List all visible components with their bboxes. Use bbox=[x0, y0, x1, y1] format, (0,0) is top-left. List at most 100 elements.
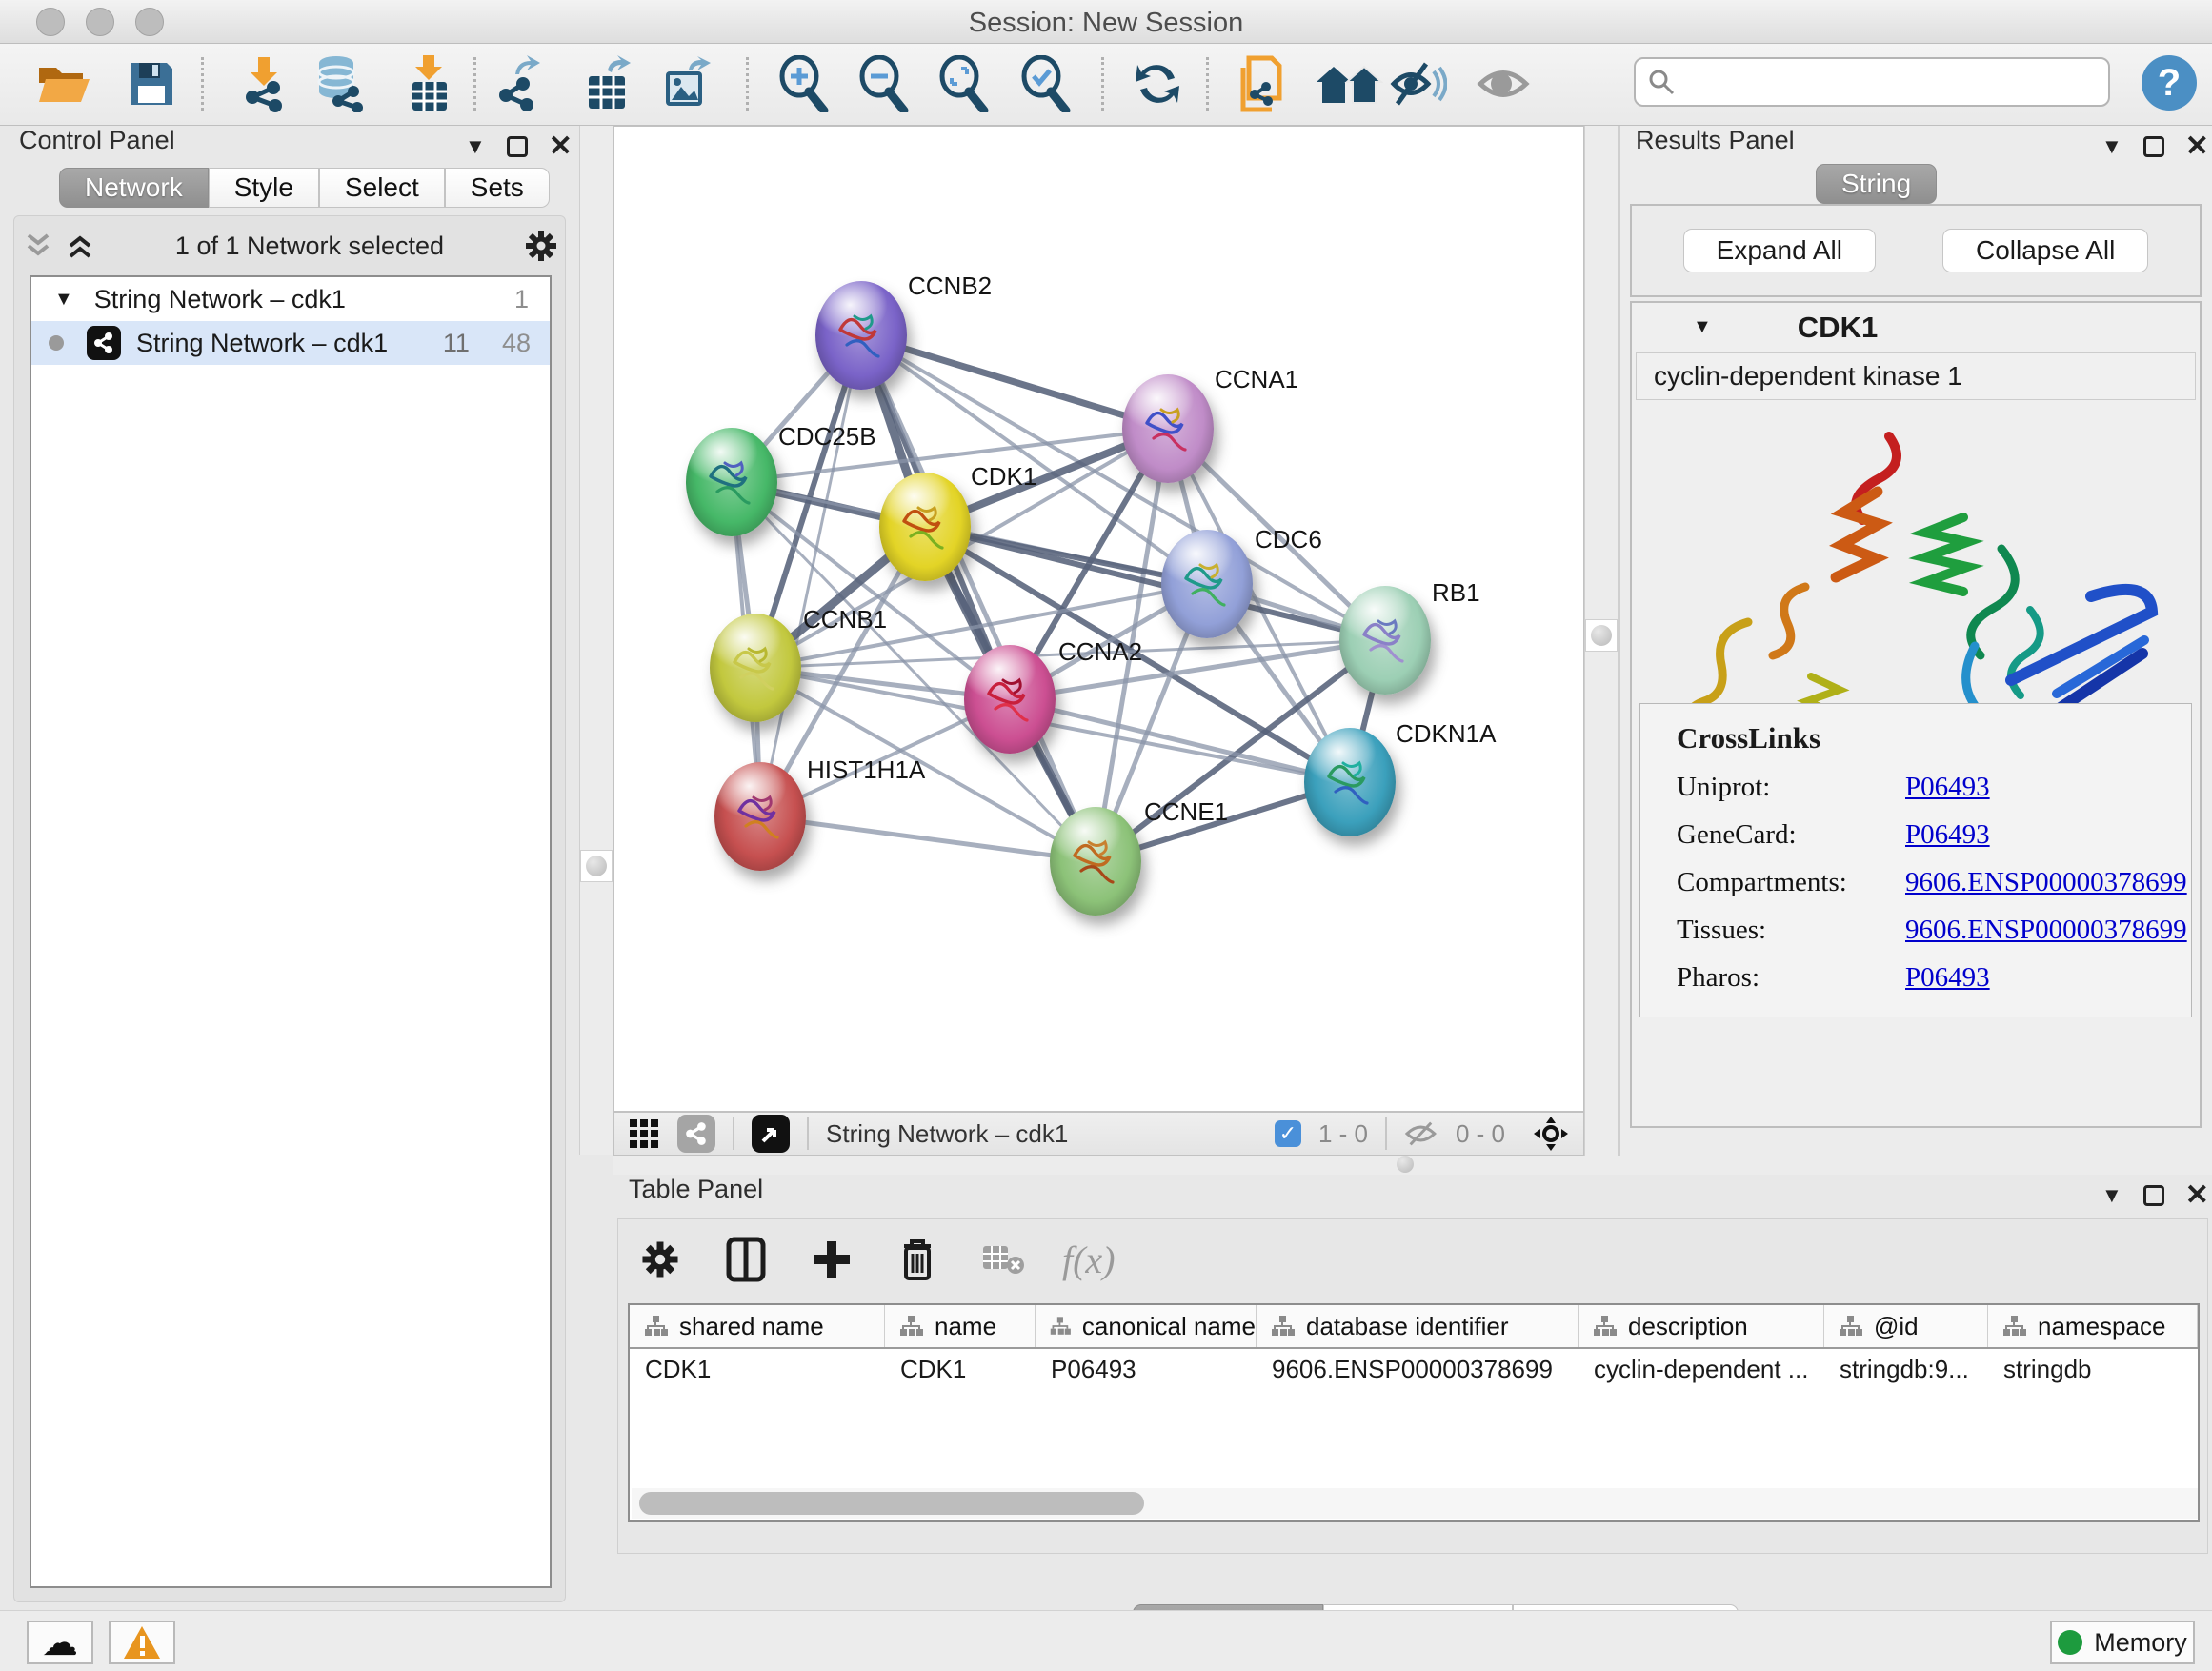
delete-column-button[interactable] bbox=[891, 1233, 944, 1286]
import-network-from-database-button[interactable] bbox=[312, 53, 371, 114]
network-node-CCNB1[interactable] bbox=[710, 614, 801, 722]
network-node-CCNB2[interactable] bbox=[815, 281, 907, 390]
zoom-selected-button[interactable] bbox=[1016, 53, 1075, 114]
table-hscrollbar[interactable] bbox=[632, 1488, 2198, 1519]
first-neighbors-button[interactable] bbox=[1313, 53, 1385, 114]
table-panel-menu-button[interactable]: ▼ bbox=[2101, 1183, 2122, 1208]
table-cell[interactable]: cyclin-dependent ... bbox=[1579, 1349, 1824, 1393]
zoom-fit-button[interactable] bbox=[934, 53, 993, 114]
save-session-button[interactable] bbox=[122, 53, 181, 114]
import-table-button[interactable] bbox=[399, 53, 458, 114]
network-node-CCNA2[interactable] bbox=[964, 645, 1056, 754]
column-header-shared-name[interactable]: shared name bbox=[630, 1305, 885, 1347]
export-network-button[interactable] bbox=[492, 53, 551, 114]
network-node-CCNE1[interactable] bbox=[1050, 807, 1141, 916]
help-button[interactable]: ? bbox=[2142, 55, 2197, 111]
selected-checkbox-icon[interactable]: ✓ bbox=[1275, 1120, 1301, 1147]
collapse-caret-icon[interactable]: ▼ bbox=[1693, 316, 1712, 338]
show-all-button[interactable] bbox=[1475, 53, 1534, 114]
network-node-CDC6[interactable] bbox=[1161, 530, 1253, 638]
splitter-grip[interactable] bbox=[1397, 1156, 1414, 1173]
crosslinks-section: CrossLinks Uniprot: P06493 GeneCard: P06… bbox=[1639, 703, 2192, 1017]
grid-view-icon[interactable] bbox=[628, 1117, 660, 1150]
show-columns-button[interactable] bbox=[719, 1233, 773, 1286]
tab-select[interactable]: Select bbox=[319, 168, 445, 208]
expand-all-button[interactable]: Expand All bbox=[1683, 229, 1876, 272]
zoom-out-button[interactable] bbox=[854, 53, 913, 114]
table-cell[interactable]: CDK1 bbox=[630, 1349, 885, 1393]
network-node-CDC25B[interactable] bbox=[686, 428, 777, 536]
warnings-button[interactable] bbox=[109, 1621, 175, 1664]
function-builder-button[interactable]: f(x) bbox=[1062, 1238, 1116, 1282]
hide-selected-button[interactable] bbox=[1389, 53, 1448, 114]
tab-network[interactable]: Network bbox=[59, 168, 209, 208]
export-table-button[interactable] bbox=[579, 53, 638, 114]
create-column-button[interactable] bbox=[805, 1233, 858, 1286]
column-header-name[interactable]: name bbox=[885, 1305, 1036, 1347]
results-panel-menu-button[interactable]: ▼ bbox=[2101, 134, 2122, 159]
export-image-button[interactable] bbox=[657, 53, 716, 114]
table-cell[interactable]: 9606.ENSP00000378699 bbox=[1257, 1349, 1579, 1393]
left-splitter[interactable] bbox=[579, 126, 613, 1155]
search-input[interactable] bbox=[1676, 68, 2097, 97]
table-cell[interactable]: CDK1 bbox=[885, 1349, 1036, 1393]
table-panel-close-button[interactable]: ✕ bbox=[2185, 1178, 2209, 1212]
network-row-selected[interactable]: String Network – cdk1 11 48 bbox=[31, 321, 550, 365]
column-header-namespace[interactable]: namespace bbox=[1988, 1305, 2198, 1347]
control-panel-close-button[interactable]: ✕ bbox=[549, 130, 573, 163]
horizontal-splitter[interactable] bbox=[613, 1156, 2212, 1175]
table-cell[interactable]: stringdb bbox=[1988, 1349, 2198, 1393]
crosshair-icon[interactable] bbox=[1532, 1115, 1570, 1153]
tissues-link[interactable]: 9606.ENSP00000378699 bbox=[1905, 915, 2187, 946]
expand-all-icon[interactable] bbox=[64, 230, 96, 262]
import-network-button[interactable] bbox=[234, 53, 293, 114]
network-node-CDK1[interactable] bbox=[879, 473, 971, 581]
tab-sets[interactable]: Sets bbox=[445, 168, 550, 208]
search-box[interactable] bbox=[1634, 57, 2110, 107]
table-cell[interactable]: stringdb:9... bbox=[1824, 1349, 1988, 1393]
memory-button[interactable]: Memory bbox=[2050, 1621, 2195, 1664]
tab-string[interactable]: String bbox=[1816, 164, 1937, 204]
compartments-link[interactable]: 9606.ENSP00000378699 bbox=[1905, 867, 2187, 898]
results-panel-close-button[interactable]: ✕ bbox=[2185, 130, 2209, 163]
open-session-button[interactable] bbox=[34, 53, 93, 114]
collapse-all-icon[interactable] bbox=[22, 230, 54, 262]
network-node-CCNA1[interactable] bbox=[1122, 374, 1214, 483]
network-node-RB1[interactable] bbox=[1339, 586, 1431, 695]
results-panel-float-button[interactable] bbox=[2143, 136, 2164, 157]
splitter-grip[interactable] bbox=[586, 856, 607, 876]
gear-icon[interactable] bbox=[523, 228, 559, 264]
protein-card-header[interactable]: ▼ CDK1 bbox=[1632, 303, 2200, 352]
delete-table-button[interactable] bbox=[976, 1233, 1030, 1286]
apply-layout-button[interactable] bbox=[1128, 53, 1187, 114]
network-node-HIST1H1A[interactable] bbox=[714, 762, 806, 871]
table-panel-float-button[interactable] bbox=[2143, 1185, 2164, 1206]
uniprot-link[interactable]: P06493 bbox=[1905, 772, 1990, 803]
collapse-all-button[interactable]: Collapse All bbox=[1942, 229, 2148, 272]
cloud-button[interactable]: ☁ bbox=[27, 1621, 93, 1664]
column-header--id[interactable]: @id bbox=[1824, 1305, 1988, 1347]
folder-icon bbox=[36, 60, 91, 108]
network-node-CDKN1A[interactable] bbox=[1304, 728, 1396, 836]
tab-style[interactable]: Style bbox=[209, 168, 319, 208]
table-settings-button[interactable] bbox=[633, 1233, 687, 1286]
network-collection-row[interactable]: ▼ String Network – cdk1 1 bbox=[31, 277, 550, 321]
tree-expander-icon[interactable]: ▼ bbox=[54, 289, 73, 311]
table-cell[interactable]: P06493 bbox=[1036, 1349, 1257, 1393]
right-splitter[interactable] bbox=[1584, 126, 1619, 1156]
scrollbar-thumb[interactable] bbox=[639, 1492, 1144, 1515]
clone-network-button[interactable] bbox=[1233, 53, 1292, 114]
control-panel-menu-button[interactable]: ▼ bbox=[465, 134, 486, 159]
splitter-grip[interactable] bbox=[1591, 625, 1612, 646]
column-header-canonical-name[interactable]: canonical name bbox=[1036, 1305, 1257, 1347]
column-header-database-identifier[interactable]: database identifier bbox=[1257, 1305, 1579, 1347]
column-header-description[interactable]: description bbox=[1579, 1305, 1824, 1347]
birdseye-view-icon[interactable] bbox=[752, 1115, 790, 1153]
string-view-icon[interactable] bbox=[677, 1115, 715, 1153]
control-panel-float-button[interactable] bbox=[507, 136, 528, 157]
pharos-link[interactable]: P06493 bbox=[1905, 962, 1990, 994]
node-table-row[interactable]: CDK1CDK1P064939606.ENSP00000378699cyclin… bbox=[630, 1349, 2198, 1393]
network-canvas[interactable]: CCNB2 CCNA1 CDC25B CDK1 CDC6 RB1 CCNB1 bbox=[613, 126, 1584, 1112]
genecard-link[interactable]: P06493 bbox=[1905, 819, 1990, 851]
zoom-in-button[interactable] bbox=[774, 53, 833, 114]
